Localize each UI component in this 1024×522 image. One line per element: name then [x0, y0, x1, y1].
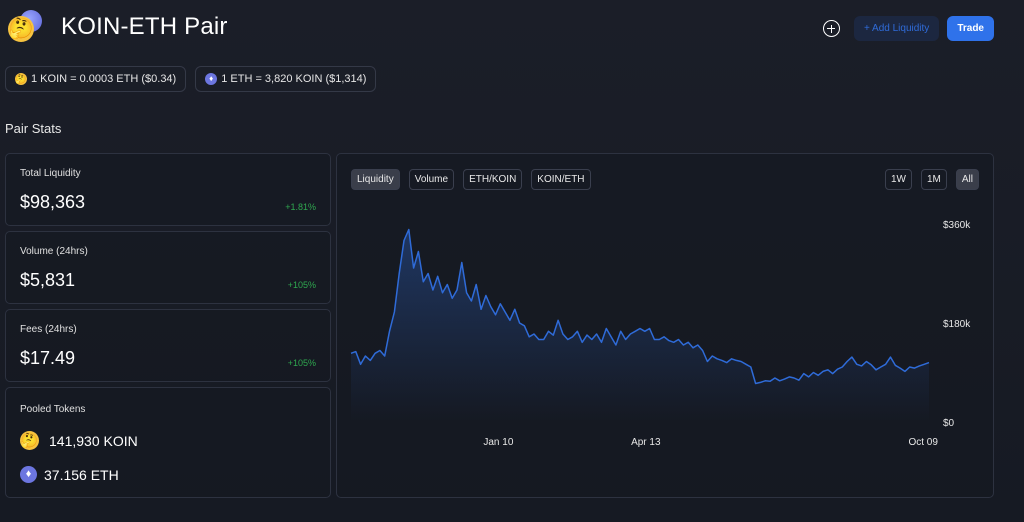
koin-token-icon: 🤔 — [15, 73, 27, 85]
x-tick-label: Apr 13 — [631, 437, 661, 448]
chart-area — [351, 229, 929, 422]
liquidity-chart[interactable]: $0 $180k $360k Jan 10 Apr 13 Oct 09 — [337, 154, 993, 497]
stat-value: $98,363 — [20, 192, 86, 212]
koin-price-pill[interactable]: 🤔 1 KOIN = 0.0003 ETH ($0.34) — [5, 66, 187, 92]
koin-token-icon: 🤔 — [20, 431, 39, 450]
stat-card-liquidity: Total Liquidity $98,363 +1.81% — [5, 153, 331, 226]
stat-change: +1.81% — [285, 202, 316, 212]
stat-value: $5,831 — [20, 270, 76, 290]
pair-logo: 🤔 — [8, 10, 42, 44]
y-tick-label: $180k — [943, 319, 971, 330]
eth-token-icon: ♦ — [205, 73, 218, 85]
y-tick-label: $360k — [943, 220, 971, 231]
stat-label: Pooled Tokens — [20, 404, 86, 415]
add-liquidity-button[interactable]: + Add Liquidity — [853, 16, 940, 41]
x-tick-label: Oct 09 — [908, 437, 938, 448]
stat-card-volume: Volume (24hrs) $5,831 +105% — [5, 231, 331, 304]
eth-token-icon: ♦ — [20, 466, 37, 483]
top-actions: + Add Liquidity Trade — [822, 16, 994, 41]
pooled-eth-value: 37.156 ETH — [44, 466, 119, 483]
stat-change: +105% — [287, 358, 316, 368]
price-row: 🤔 1 KOIN = 0.0003 ETH ($0.34) ♦ 1 ETH = … — [5, 66, 385, 92]
eth-price-pill[interactable]: ♦ 1 ETH = 3,820 KOIN ($1,314) — [195, 66, 377, 92]
pooled-koin-row: 🤔 141,930 KOIN — [20, 431, 138, 450]
stat-label: Volume (24hrs) — [20, 246, 88, 257]
stat-change: +105% — [287, 280, 316, 290]
koin-price-text: 1 KOIN = 0.0003 ETH ($0.34) — [31, 73, 177, 85]
trade-button[interactable]: Trade — [947, 16, 994, 41]
pair-header: 🤔 KOIN-ETH Pair — [8, 10, 228, 44]
section-title: Pair Stats — [5, 121, 62, 136]
chart-card: Liquidity Volume ETH/KOIN KOIN/ETH 1W 1M… — [336, 153, 994, 498]
pooled-koin-value: 141,930 KOIN — [49, 432, 138, 449]
stat-label: Total Liquidity — [20, 168, 81, 179]
stat-value: $17.49 — [20, 348, 76, 368]
page-title: KOIN-ETH Pair — [61, 13, 228, 40]
eth-price-text: 1 ETH = 3,820 KOIN ($1,314) — [221, 73, 367, 85]
koin-logo-icon: 🤔 — [8, 16, 34, 42]
stat-label: Fees (24hrs) — [20, 324, 77, 335]
add-circle-icon[interactable] — [822, 20, 840, 37]
y-tick-label: $0 — [943, 418, 955, 429]
x-tick-label: Jan 10 — [483, 437, 513, 448]
pooled-eth-row: ♦ 37.156 ETH — [20, 466, 119, 483]
stat-card-pooled-tokens: Pooled Tokens 🤔 141,930 KOIN ♦ 37.156 ET… — [5, 387, 331, 498]
stat-card-fees: Fees (24hrs) $17.49 +105% — [5, 309, 331, 382]
